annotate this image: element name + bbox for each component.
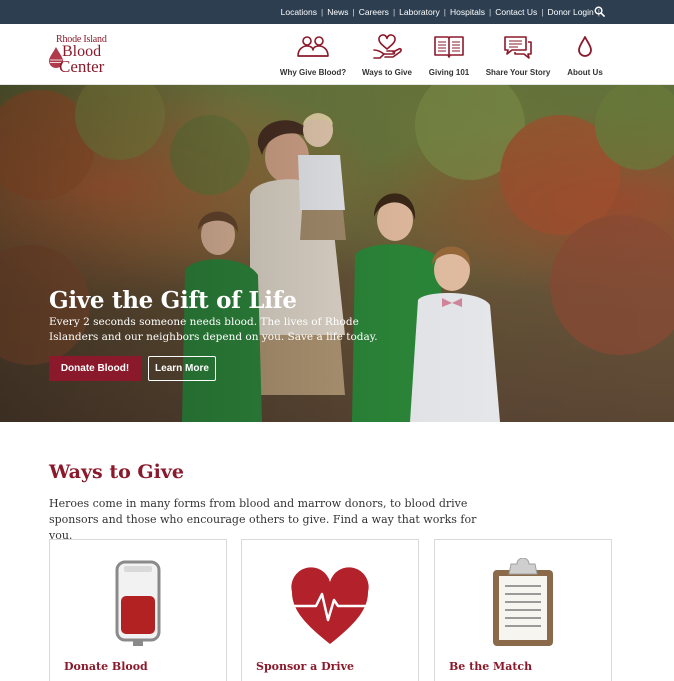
blood-drop-icon [578, 36, 592, 57]
clipboard-icon [493, 558, 553, 646]
careers-link[interactable]: Careers [359, 7, 389, 17]
news-link[interactable]: News [327, 7, 348, 17]
locations-link[interactable]: Locations [281, 7, 317, 17]
nav-why-give-blood[interactable]: Why Give Blood? [279, 34, 347, 79]
card-title: Be the Match [449, 660, 533, 673]
nav-label: Why Give Blood? [279, 68, 347, 77]
separator: | [321, 7, 324, 17]
heart-hand-icon [373, 34, 402, 59]
section-title: Ways to Give [49, 461, 184, 483]
card-title: Donate Blood [64, 660, 148, 673]
hero-banner: Give the Gift of Life Every 2 seconds so… [0, 85, 674, 422]
search-icon[interactable] [594, 6, 605, 17]
donate-blood-button[interactable]: Donate Blood! [49, 356, 141, 381]
people-hands-icon [297, 36, 329, 57]
card-sponsor-a-drive[interactable]: Sponsor a Drive [241, 539, 419, 681]
utility-links: Locations | News | Careers | Laboratory | Ho… [281, 7, 604, 17]
book-icon [434, 36, 464, 58]
section-intro: Heroes come in many forms from blood and… [49, 497, 477, 542]
nav-label: Ways to Give [362, 68, 412, 77]
hero-title: Give the Gift of Life [49, 287, 297, 314]
logo-line-3: Center [59, 57, 105, 76]
card-donate-blood[interactable]: Donate Blood [49, 539, 227, 681]
heartbeat-icon [291, 567, 369, 644]
chat-icon [504, 36, 532, 59]
nav-ways-to-give[interactable]: Ways to Give [362, 34, 412, 79]
nav-label: Giving 101 [428, 68, 470, 77]
separator: | [443, 7, 447, 17]
contact-us-link[interactable]: Contact Us [495, 7, 537, 17]
learn-more-button[interactable]: Learn More [148, 356, 216, 381]
laboratory-link[interactable]: Laboratory [399, 7, 440, 17]
nav-label: About Us [567, 68, 603, 77]
donor-login-link[interactable]: Donor Login [547, 7, 593, 17]
hero-text: Every 2 seconds someone needs blood. The… [49, 316, 378, 343]
card-be-the-match[interactable]: Be the Match [434, 539, 612, 681]
separator: | [541, 7, 544, 17]
nav-share-your-story[interactable]: Share Your Story [486, 34, 550, 79]
separator: | [392, 7, 396, 17]
card-title: Sponsor a Drive [256, 660, 354, 673]
separator: | [352, 7, 355, 17]
blood-bag-icon [115, 560, 161, 646]
nav-about-us[interactable]: About Us [566, 34, 604, 79]
logo[interactable]: Rhode Island Blood Center [48, 34, 120, 76]
site-header: Rhode Island Blood Center Why Give Blood… [0, 24, 674, 85]
hospitals-link[interactable]: Hospitals [450, 7, 485, 17]
separator: | [488, 7, 492, 17]
nav-giving-101[interactable]: Giving 101 [429, 34, 469, 79]
utility-bar: Locations | News | Careers | Laboratory | Ho… [0, 0, 674, 24]
nav-label: Share Your Story [485, 68, 551, 77]
